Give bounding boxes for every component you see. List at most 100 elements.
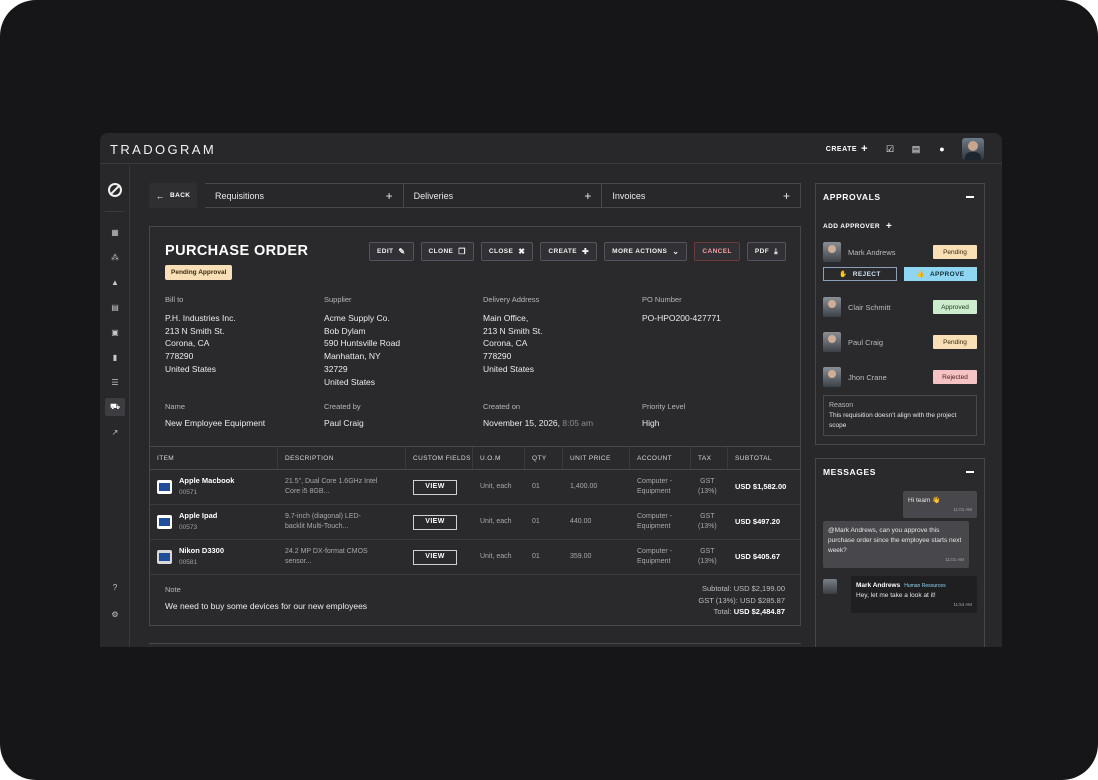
archive-icon[interactable]: ▣ xyxy=(105,323,125,341)
close-icon: ✖ xyxy=(518,247,526,256)
brand-icon[interactable] xyxy=(108,183,122,197)
dashboard-icon[interactable]: ▦ xyxy=(105,223,125,241)
table-row[interactable]: Apple Macbook 00571 21.5", Dual Core 1.6G… xyxy=(150,470,800,505)
chat-icon[interactable]: ▤ xyxy=(910,143,922,155)
items-table: ITEM DESCRIPTION CUSTOM FIELDS U.O.M QTY… xyxy=(150,446,800,575)
message-time: 11:01 AM xyxy=(945,557,964,562)
plus-icon: ✚ xyxy=(582,247,590,256)
message-text: @Mark Andrews, can you approve this purc… xyxy=(828,527,962,554)
close-button[interactable]: CLOSE ✖ xyxy=(480,242,534,261)
priority-label: Priority Level xyxy=(642,402,686,411)
priority-value: High xyxy=(642,418,660,428)
table-row[interactable]: Apple Ipad 00573 9.7-inch (diagonal) LED-… xyxy=(150,505,800,540)
trend-icon[interactable]: ↗ xyxy=(105,423,125,441)
chevron-down-icon: ⌄ xyxy=(672,247,680,256)
table-row[interactable]: Nikon D3300 00581 24.2 MP DX-format CMOS … xyxy=(150,540,800,575)
po-actions: EDIT ✎ CLONE ❐ CLOSE ✖ CREATE ✚ MORE ACTIONS… xyxy=(369,242,786,261)
plus-icon[interactable]: + xyxy=(584,189,591,203)
account-cell: Computer - Equipment xyxy=(637,548,673,565)
top-bar: TRADOGRAM CREATE + ☑ ▤ ● xyxy=(100,133,1002,164)
unit-price-cell: 1,400.00 xyxy=(570,483,598,490)
po-number-label: PO Number xyxy=(642,295,682,304)
tab-requisitions[interactable]: Requisitions + xyxy=(205,183,404,208)
plus-icon[interactable]: + xyxy=(386,189,393,203)
create-label: CREATE xyxy=(548,248,578,255)
tab-invoices[interactable]: Invoices + xyxy=(602,183,802,208)
copy-icon: ❐ xyxy=(458,247,466,256)
pdf-label: PDF xyxy=(754,248,770,255)
approver-row: Clair Schmitt Approved xyxy=(823,297,977,317)
more-actions-button[interactable]: MORE ACTIONS ⌄ xyxy=(604,242,688,261)
catalog-icon[interactable]: ▤ xyxy=(105,298,125,316)
tab-deliveries[interactable]: Deliveries + xyxy=(403,183,603,208)
status-badge: Pending xyxy=(933,245,977,259)
sidebar-divider xyxy=(105,211,125,212)
help-icon[interactable]: ? xyxy=(105,578,125,596)
tasks-icon[interactable]: ☑ xyxy=(884,143,896,155)
approver-name: Paul Craig xyxy=(848,337,884,347)
shapes-icon[interactable]: ▲ xyxy=(105,273,125,291)
supplier-value: Acme Supply Co. Bob Dylam 590 Huntsville… xyxy=(324,313,401,387)
cart-icon[interactable]: ⛟ xyxy=(105,398,125,416)
list-icon[interactable]: ☰ xyxy=(105,373,125,391)
app-window: TRADOGRAM CREATE + ☑ ▤ ● ▦ ⁂ ▲ ▤ ▣ ▮ ☰ ⛟ … xyxy=(100,133,1002,647)
pdf-button[interactable]: PDF ⤓ xyxy=(746,242,786,261)
message-sender: Mark Andrews xyxy=(856,582,901,589)
approvals-panel: APPROVALS ADD APPROVER + Mark Andrews Pen… xyxy=(815,183,985,445)
approver-row: Mark Andrews Pending xyxy=(823,242,977,262)
next-card xyxy=(149,643,801,647)
totals: Subtotal: USD $2,199.00 GST (13%): USD $… xyxy=(698,583,785,618)
edit-button[interactable]: EDIT ✎ xyxy=(369,242,414,261)
unit-price-cell: 440.00 xyxy=(570,518,592,525)
product-image xyxy=(157,480,172,494)
approve-button[interactable]: 👍 APPROVE xyxy=(904,267,977,281)
qty-cell: 01 xyxy=(532,518,540,525)
created-on-value: November 15, 2026, 8:05 am xyxy=(483,417,593,430)
status-badge: Pending xyxy=(933,335,977,349)
minus-icon[interactable] xyxy=(966,196,974,198)
create-button[interactable]: CREATE ✚ xyxy=(540,242,598,261)
message-time: 11:54 AM xyxy=(953,602,972,607)
message-bubble: @Mark Andrews, can you approve this purc… xyxy=(823,521,969,568)
col-description: DESCRIPTION xyxy=(278,447,406,469)
clone-button[interactable]: CLONE ❐ xyxy=(420,242,474,261)
view-button[interactable]: VIEW xyxy=(413,549,457,565)
description-cell: 21.5", Dual Core 1.6GHz Intel Core i5 8G… xyxy=(285,478,378,495)
tax-label: GST (13%): xyxy=(698,595,738,605)
qty-cell: 01 xyxy=(532,553,540,560)
bell-icon[interactable]: ● xyxy=(936,143,948,155)
bar-chart-icon[interactable]: ▮ xyxy=(105,348,125,366)
view-button[interactable]: VIEW xyxy=(413,514,457,530)
po-footer: Note We need to buy some devices for our… xyxy=(150,573,800,626)
col-qty: QTY xyxy=(525,447,563,469)
status-badge: Approved xyxy=(933,300,977,314)
view-button[interactable]: VIEW xyxy=(413,479,457,495)
plus-icon[interactable]: + xyxy=(783,189,790,203)
team-icon[interactable]: ⁂ xyxy=(105,248,125,266)
cancel-button[interactable]: CANCEL xyxy=(694,242,740,261)
settings-gear-icon[interactable]: ⚙ xyxy=(105,605,125,623)
status-badge: Rejected xyxy=(933,370,977,384)
col-item: ITEM xyxy=(150,447,278,469)
minus-icon[interactable] xyxy=(966,471,974,473)
subtotal-cell: USD $1,582.00 xyxy=(735,482,787,491)
back-label: BACK xyxy=(170,192,191,199)
col-subtotal: SUBTOTAL xyxy=(735,454,772,462)
user-avatar[interactable] xyxy=(962,138,984,160)
edit-label: EDIT xyxy=(377,248,394,255)
approve-label: APPROVE xyxy=(929,270,965,278)
product-image xyxy=(157,550,172,564)
created-by-value: Paul Craig xyxy=(324,418,364,428)
delivery-label: Delivery Address xyxy=(483,295,540,304)
item-name: Apple Macbook xyxy=(179,476,235,485)
create-menu-button[interactable]: CREATE + xyxy=(826,143,868,155)
back-button[interactable]: ← BACK xyxy=(149,183,197,208)
reject-button[interactable]: ✋ REJECT xyxy=(823,267,897,281)
message-text: Hey, let me take a look at it! xyxy=(856,592,936,599)
sidebar: ▦ ⁂ ▲ ▤ ▣ ▮ ☰ ⛟ ↗ ? ⚙ xyxy=(100,165,130,647)
add-approver-button[interactable]: ADD APPROVER + xyxy=(823,221,892,232)
tab-label: Requisitions xyxy=(215,190,265,201)
item-name: Apple Ipad xyxy=(179,511,218,520)
top-actions: CREATE + ☑ ▤ ● xyxy=(826,138,984,160)
avatar xyxy=(823,242,841,262)
